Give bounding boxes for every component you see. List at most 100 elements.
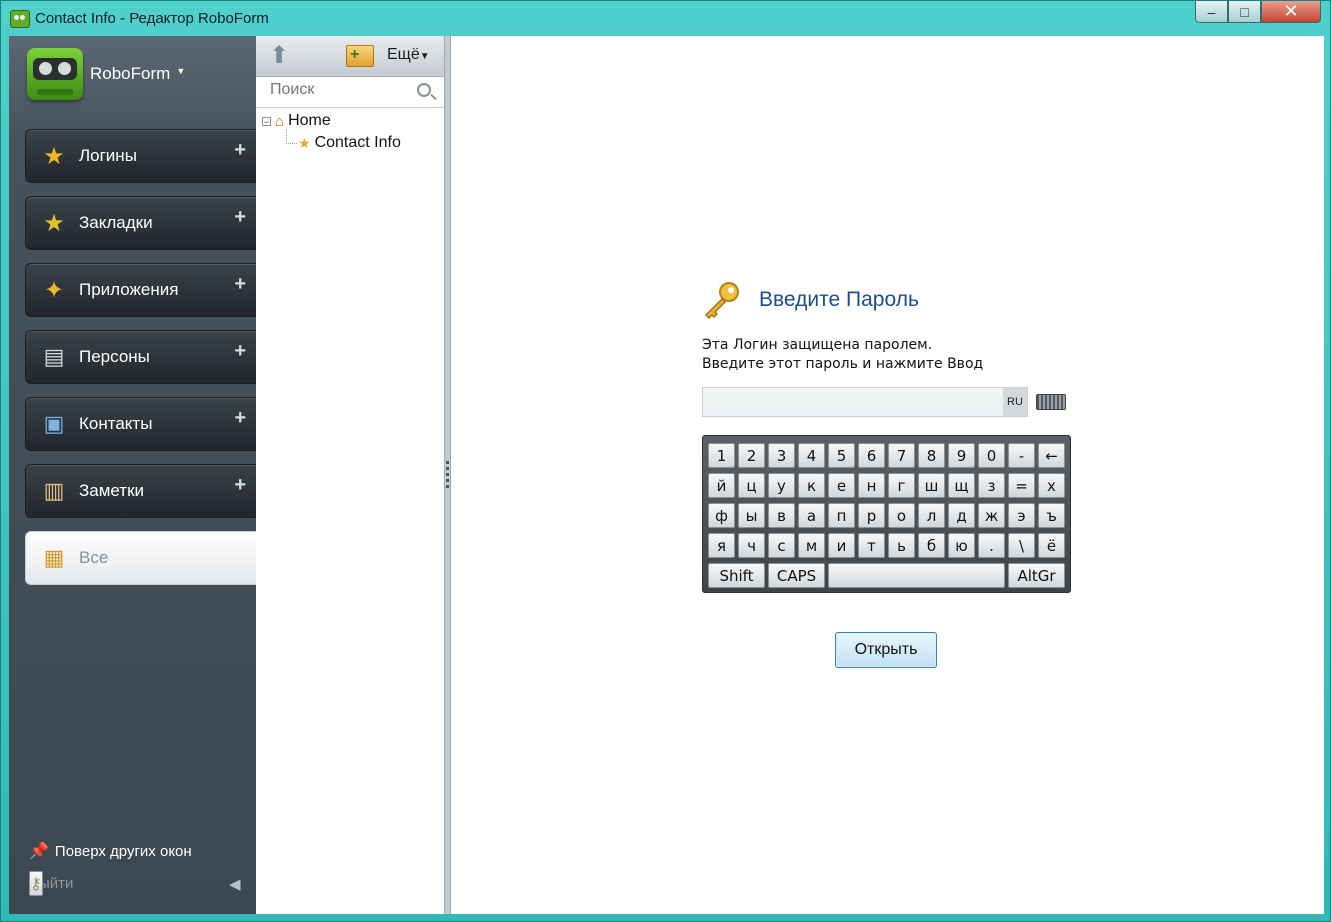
keyboard-key[interactable]: = bbox=[1008, 473, 1035, 498]
keyboard-key[interactable]: 8 bbox=[918, 443, 945, 468]
keyboard-key[interactable]: 2 bbox=[738, 443, 765, 468]
chevron-down-icon: ▼ bbox=[176, 66, 186, 76]
keyboard-key[interactable]: о bbox=[888, 503, 915, 528]
title-bar[interactable]: Contact Info - Редактор RoboForm – □ ✕ bbox=[1, 1, 1330, 36]
keyboard-key[interactable]: й bbox=[708, 473, 735, 498]
keyboard-key[interactable]: ф bbox=[708, 503, 735, 528]
keyboard-key[interactable]: - bbox=[1008, 443, 1035, 468]
keyboard-key[interactable]: ч bbox=[738, 533, 765, 558]
keyboard-key[interactable]: 7 bbox=[888, 443, 915, 468]
maximize-button[interactable]: □ bbox=[1228, 1, 1261, 23]
keyboard-key[interactable]: э bbox=[1008, 503, 1035, 528]
collapse-arrow-icon[interactable]: ◀ bbox=[229, 875, 241, 893]
tree-toolbar: ⬆ + Ещё▼ bbox=[256, 36, 444, 77]
add-bookmark-button[interactable]: + bbox=[234, 206, 246, 229]
more-menu-button[interactable]: Ещё▼ bbox=[387, 46, 430, 64]
keyboard-key[interactable]: д bbox=[948, 503, 975, 528]
keyboard-key[interactable]: 9 bbox=[948, 443, 975, 468]
roboform-logo-icon bbox=[27, 48, 83, 100]
tree-node-contact-info[interactable]: ★ Contact Info bbox=[298, 134, 401, 152]
key-shift[interactable]: Shift bbox=[708, 563, 765, 588]
minimize-button[interactable]: – bbox=[1195, 1, 1228, 23]
keyboard-key[interactable]: 4 bbox=[798, 443, 825, 468]
logout-button[interactable]: ⚷ Выйти bbox=[29, 871, 73, 896]
keyboard-key[interactable]: а bbox=[798, 503, 825, 528]
keyboard-key[interactable]: ← bbox=[1038, 443, 1065, 468]
dialog-title: Введите Пароль bbox=[759, 288, 919, 311]
add-login-button[interactable]: + bbox=[234, 139, 246, 162]
keyboard-key[interactable]: п bbox=[828, 503, 855, 528]
virtual-keyboard: Shift CAPS AltGr 1 2 3 4 5 6 7 8 9 0- ← й ц у к е н г ш щ з =… bbox=[702, 435, 1071, 593]
brand-menu[interactable]: RoboForm ▼ bbox=[27, 46, 185, 102]
keyboard-key[interactable]: е bbox=[828, 473, 855, 498]
keyboard-key[interactable]: 6 bbox=[858, 443, 885, 468]
logins-icon: ★ bbox=[43, 142, 65, 170]
sidebar-item-all[interactable]: ▦ Все bbox=[25, 531, 256, 585]
client-area: RoboForm ▼ ★ Логины + ★ Закладки + ✦ При… bbox=[9, 36, 1324, 914]
keyboard-key[interactable]: 3 bbox=[768, 443, 795, 468]
keyboard-toggle-icon[interactable] bbox=[1036, 394, 1066, 410]
keyboard-key[interactable]: ъ bbox=[1038, 503, 1065, 528]
keyboard-key[interactable]: щ bbox=[948, 473, 975, 498]
search-input[interactable] bbox=[270, 81, 410, 99]
keyboard-key[interactable]: т bbox=[858, 533, 885, 558]
keyboard-key[interactable]: л bbox=[918, 503, 945, 528]
add-note-button[interactable]: + bbox=[234, 474, 246, 497]
sidebar-item-logins[interactable]: ★ Логины + bbox=[25, 129, 256, 183]
keyboard-key[interactable]: ы bbox=[738, 503, 765, 528]
keyboard-key[interactable]: в bbox=[768, 503, 795, 528]
open-button[interactable]: Открыть bbox=[835, 632, 937, 668]
keyboard-key[interactable]: 5 bbox=[828, 443, 855, 468]
sidebar-item-applications[interactable]: ✦ Приложения + bbox=[25, 263, 256, 317]
up-folder-button[interactable]: ⬆ bbox=[266, 44, 292, 68]
keyboard-key[interactable]: 1 bbox=[708, 443, 735, 468]
key-space[interactable] bbox=[828, 563, 1005, 588]
tree-node-home[interactable]: − ⌂ Home bbox=[262, 112, 331, 130]
sidebar-item-notes[interactable]: ▥ Заметки + bbox=[25, 464, 256, 518]
keyboard-key[interactable]: к bbox=[798, 473, 825, 498]
keyboard-key[interactable]: ю bbox=[948, 533, 975, 558]
sidebar-item-contacts[interactable]: ▣ Контакты + bbox=[25, 397, 256, 451]
keyboard-key[interactable]: у bbox=[768, 473, 795, 498]
keyboard-key[interactable]: р bbox=[858, 503, 885, 528]
keyboard-key[interactable]: ё bbox=[1038, 533, 1065, 558]
collapse-toggle[interactable]: − bbox=[262, 116, 271, 126]
keyboard-key[interactable]: ц bbox=[738, 473, 765, 498]
key-altgr[interactable]: AltGr bbox=[1008, 563, 1065, 588]
sidebar-item-label: Закладки bbox=[79, 213, 153, 232]
keyboard-key[interactable]: . bbox=[978, 533, 1005, 558]
brand-name: RoboForm bbox=[90, 64, 171, 83]
keyboard-key[interactable]: н bbox=[858, 473, 885, 498]
language-badge[interactable]: RU bbox=[1003, 388, 1027, 416]
keyboard-key[interactable]: х bbox=[1038, 473, 1065, 498]
sidebar-item-identities[interactable]: ▤ Персоны + bbox=[25, 330, 256, 384]
keyboard-key[interactable]: ж bbox=[978, 503, 1005, 528]
add-contact-button[interactable]: + bbox=[234, 407, 246, 430]
close-button[interactable]: ✕ bbox=[1261, 1, 1321, 23]
contacts-icon: ▣ bbox=[43, 411, 65, 436]
keyboard-key[interactable]: и bbox=[828, 533, 855, 558]
sidebar-item-label: Приложения bbox=[79, 280, 179, 299]
search-icon[interactable] bbox=[417, 83, 431, 97]
keyboard-key[interactable]: г bbox=[888, 473, 915, 498]
add-application-button[interactable]: + bbox=[234, 273, 246, 296]
keyboard-key[interactable]: ш bbox=[918, 473, 945, 498]
bookmarks-icon: ★ bbox=[43, 209, 65, 237]
keyboard-key[interactable]: я bbox=[708, 533, 735, 558]
key-icon bbox=[704, 282, 739, 320]
keyboard-key[interactable]: ь bbox=[888, 533, 915, 558]
identities-icon: ▤ bbox=[43, 344, 65, 369]
keyboard-key[interactable]: м bbox=[798, 533, 825, 558]
keyboard-key[interactable]: б bbox=[918, 533, 945, 558]
password-input[interactable] bbox=[703, 388, 1003, 416]
keyboard-key[interactable]: з bbox=[978, 473, 1005, 498]
keyboard-key[interactable]: 0 bbox=[978, 443, 1005, 468]
add-identity-button[interactable]: + bbox=[234, 340, 246, 363]
sidebar-item-bookmarks[interactable]: ★ Закладки + bbox=[25, 196, 256, 250]
key-caps[interactable]: CAPS bbox=[768, 563, 825, 588]
keyboard-key[interactable]: с bbox=[768, 533, 795, 558]
new-folder-button[interactable]: + bbox=[346, 45, 374, 67]
panel-splitter[interactable] bbox=[444, 36, 451, 914]
keyboard-key[interactable]: \ bbox=[1008, 533, 1035, 558]
always-on-top-toggle[interactable]: 📌 Поверх других окон bbox=[29, 841, 192, 861]
